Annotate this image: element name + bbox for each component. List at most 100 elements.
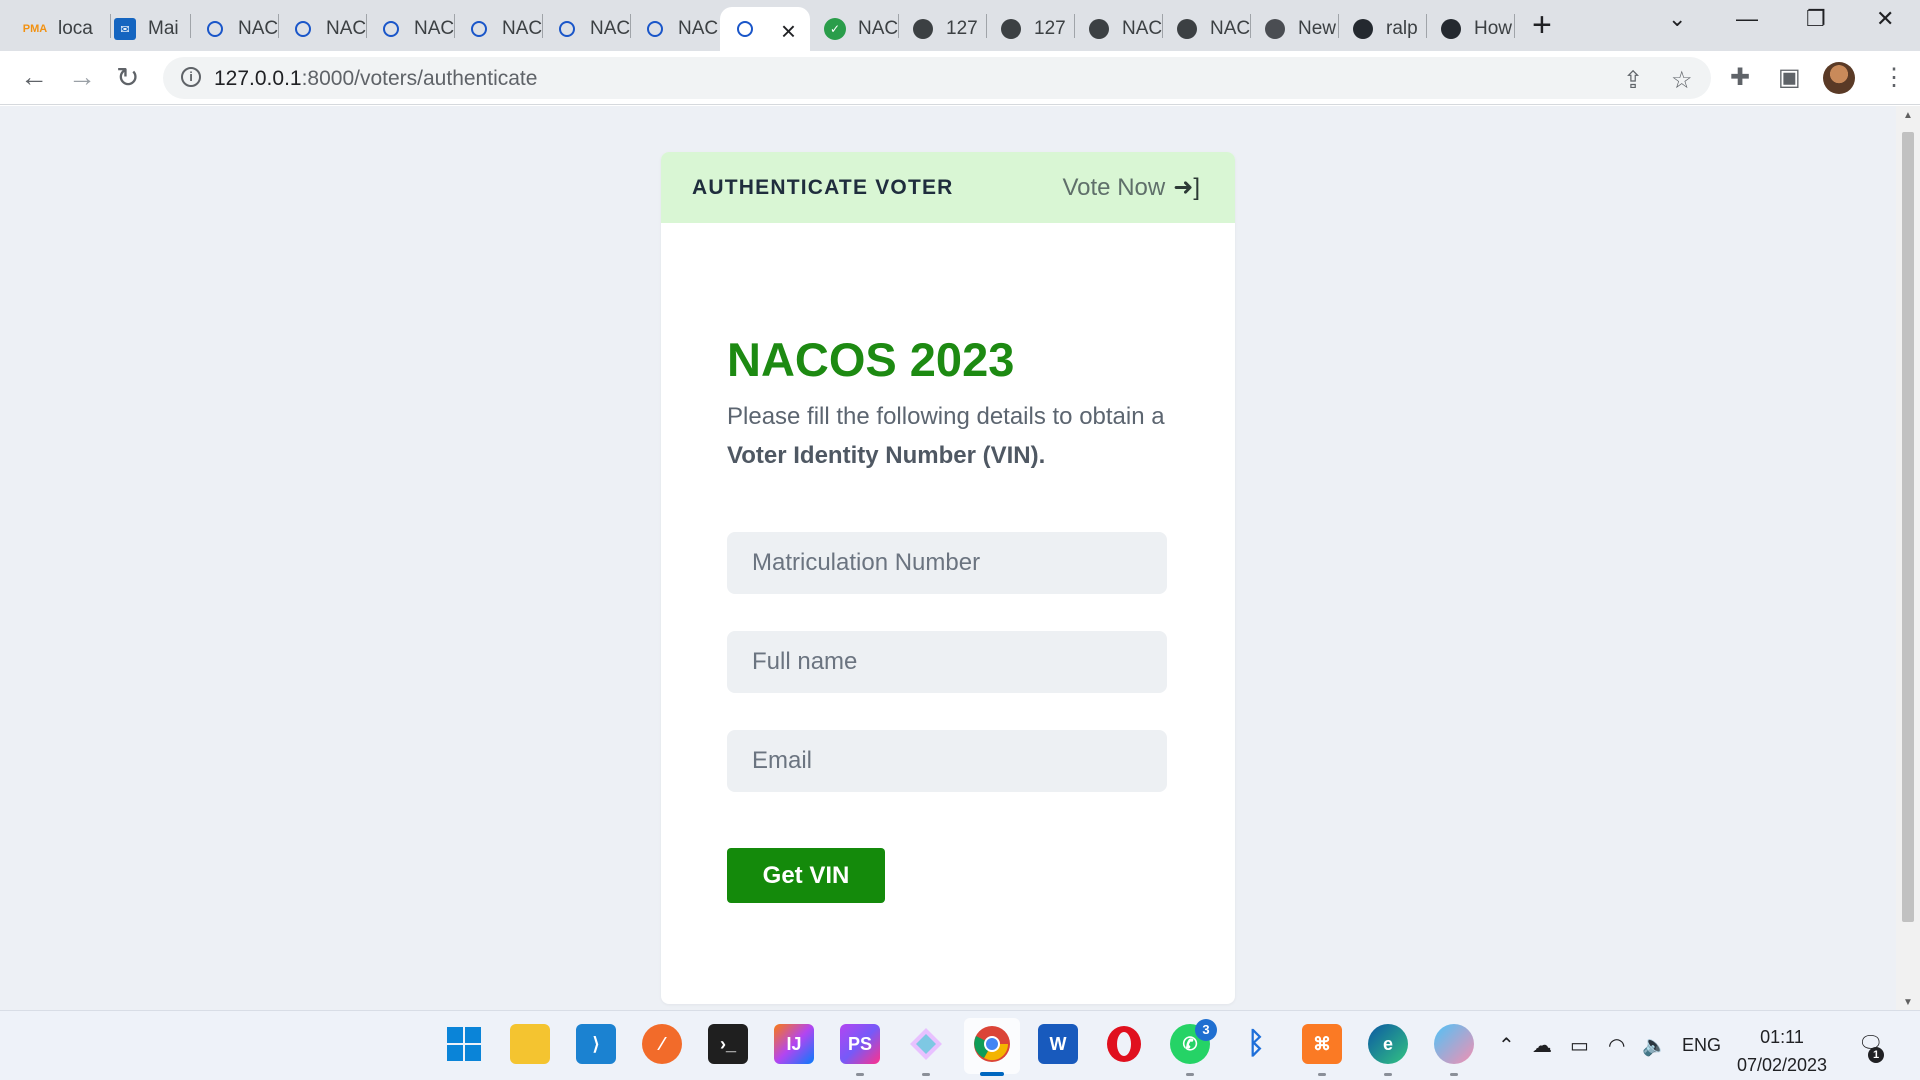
tab-nacos-1[interactable]: NAC (190, 7, 278, 51)
get-vin-button[interactable]: Get VIN (727, 848, 885, 903)
github-icon (1440, 18, 1462, 40)
loading-ring-icon (468, 18, 490, 40)
tab-nacos-6[interactable]: NAC (630, 7, 720, 51)
tab-nacos-9[interactable]: NAC (1162, 7, 1250, 51)
kebab-menu-icon[interactable]: ⋮ (1882, 63, 1906, 92)
globe-icon (1088, 18, 1110, 40)
instructions-prefix: Please fill the following details to obt… (727, 403, 1165, 430)
bluetooth-icon[interactable]: ᛒ (1236, 1024, 1276, 1064)
github-icon (1352, 18, 1374, 40)
scroll-up-arrow-icon[interactable]: ▲ (1902, 110, 1914, 121)
reload-icon[interactable]: ↻ (116, 61, 139, 94)
tab-nacos-5[interactable]: NAC (542, 7, 630, 51)
loading-ring-icon (292, 18, 314, 40)
tab-label: Mai (148, 18, 179, 39)
minimize-icon[interactable]: — (1736, 6, 1758, 32)
tab-label: NAC (238, 18, 278, 39)
opera-icon[interactable] (1104, 1024, 1144, 1064)
new-tab-button[interactable]: + (1532, 6, 1552, 45)
chrome-icon[interactable] (972, 1024, 1012, 1064)
intellij-icon[interactable]: IJ (774, 1024, 814, 1064)
tab-new-tab[interactable]: New (1250, 7, 1338, 51)
tab-localhost-1[interactable]: 127 (898, 7, 986, 51)
wifi-icon[interactable]: ◠ (1608, 1033, 1625, 1058)
notification-count-badge: 1 (1868, 1047, 1884, 1063)
full-name-input[interactable] (727, 631, 1167, 693)
sublime-text-icon[interactable]: ⁄ (642, 1024, 682, 1064)
volume-icon[interactable]: 🔈 (1642, 1033, 1667, 1058)
profile-avatar[interactable] (1823, 62, 1855, 94)
loading-ring-icon (644, 18, 666, 40)
vote-now-link[interactable]: Vote Now ➜] (1062, 173, 1200, 202)
tab-mail[interactable]: ✉ Mai (100, 7, 188, 51)
git-kraken-icon[interactable] (906, 1024, 946, 1064)
close-tab-icon[interactable]: × (781, 16, 796, 47)
tab-github-2[interactable]: How (1426, 7, 1514, 51)
tab-nacos-4[interactable]: NAC (454, 7, 542, 51)
scroll-down-arrow-icon[interactable]: ▼ (1902, 997, 1914, 1008)
tab-github-1[interactable]: ralp (1338, 7, 1426, 51)
onedrive-cloud-icon[interactable]: ☁ (1532, 1033, 1552, 1058)
tab-phpmyadmin[interactable]: PMA loca (10, 7, 110, 51)
email-input[interactable] (727, 730, 1167, 792)
card-title: AUTHENTICATE VOTER (692, 176, 954, 199)
tab-label: NAC (1122, 18, 1162, 39)
shield-check-icon: ✓ (824, 18, 846, 40)
running-indicator (1450, 1073, 1458, 1076)
phpstorm-icon[interactable]: PS (840, 1024, 880, 1064)
url-path: :8000/voters/authenticate (301, 67, 538, 90)
windows-taskbar: ⟩ ⁄ ›_ IJ PS W ✆ 3 ᛒ ⌘ e ⌃ ☁ ▭ ◠ 🔈 ENG 0… (0, 1010, 1920, 1080)
instructions-bold: Voter Identity Number (VIN). (727, 442, 1046, 469)
tab-active-authenticate[interactable]: × (720, 7, 810, 51)
word-icon[interactable]: W (1038, 1024, 1078, 1064)
close-window-icon[interactable]: ✕ (1876, 6, 1894, 32)
file-explorer-icon[interactable] (510, 1024, 550, 1064)
sign-in-icon: ➜] (1173, 174, 1200, 201)
vote-now-label: Vote Now (1062, 173, 1166, 201)
tab-label: NAC (1210, 18, 1250, 39)
vscode-icon[interactable]: ⟩ (576, 1024, 616, 1064)
mail-icon: ✉ (114, 18, 136, 40)
running-indicator (922, 1073, 930, 1076)
tab-nacos-2[interactable]: NAC (278, 7, 366, 51)
scroll-thumb[interactable] (1902, 132, 1914, 922)
address-bar[interactable]: i 127.0.0.1:8000/voters/authenticate ⇪ ☆ (163, 57, 1711, 99)
side-panel-icon[interactable]: ▣ (1778, 63, 1801, 92)
matriculation-number-input[interactable] (727, 532, 1167, 594)
tab-label: 127 (946, 18, 978, 39)
loading-ring-icon (380, 18, 402, 40)
edge-icon[interactable]: e (1368, 1024, 1408, 1064)
clock[interactable]: 01:11 07/02/2023 (1720, 1023, 1844, 1079)
globe-icon (912, 18, 934, 40)
page-scrollbar[interactable]: ▲ ▼ (1896, 106, 1920, 1010)
extensions-puzzle-icon[interactable]: ✚ (1730, 63, 1750, 92)
tab-label: ralp (1386, 18, 1418, 39)
tab-nacos-3[interactable]: NAC (366, 7, 454, 51)
globe-icon (1176, 18, 1198, 40)
tab-nacos-8[interactable]: NAC (1074, 7, 1162, 51)
tab-nacos-7[interactable]: ✓ NAC (810, 7, 898, 51)
tab-label: New (1298, 18, 1337, 39)
tab-search-icon[interactable]: ⌄ (1668, 6, 1686, 32)
running-indicator (1318, 1073, 1326, 1076)
browser-toolbar: ← → ↻ i 127.0.0.1:8000/voters/authentica… (0, 51, 1920, 105)
instructions-text: Please fill the following details to obt… (727, 397, 1187, 475)
windows-start-icon[interactable] (444, 1024, 484, 1064)
loading-ring-icon (556, 18, 578, 40)
back-arrow-icon[interactable]: ← (20, 61, 48, 93)
restore-icon[interactable]: ❐ (1806, 6, 1826, 32)
xampp-icon[interactable]: ⌘ (1302, 1024, 1342, 1064)
paint-icon[interactable] (1434, 1024, 1474, 1064)
authenticate-card: AUTHENTICATE VOTER Vote Now ➜] NACOS 202… (661, 152, 1235, 1004)
url-text[interactable]: 127.0.0.1:8000/voters/authenticate (214, 67, 537, 91)
share-icon[interactable]: ⇪ (1623, 66, 1643, 95)
forward-arrow-icon[interactable]: → (68, 61, 96, 93)
language-indicator[interactable]: ENG (1682, 1035, 1721, 1056)
tab-localhost-2[interactable]: 127 (986, 7, 1074, 51)
show-hidden-icons-chevron-icon[interactable]: ⌃ (1498, 1033, 1515, 1058)
bookmark-star-icon[interactable]: ☆ (1671, 66, 1693, 95)
battery-icon[interactable]: ▭ (1570, 1033, 1589, 1058)
active-app-indicator (980, 1072, 1004, 1076)
terminal-icon[interactable]: ›_ (708, 1024, 748, 1064)
site-info-icon[interactable]: i (181, 67, 201, 87)
